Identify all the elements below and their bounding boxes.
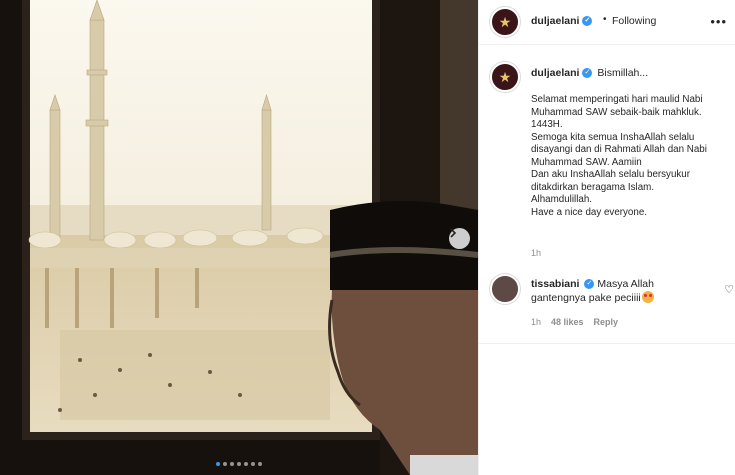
carousel-indicator	[216, 462, 262, 466]
verified-badge-icon: ✓	[584, 279, 595, 290]
post-image[interactable]	[0, 0, 478, 475]
verified-badge-icon: ✓	[582, 16, 593, 27]
commenter-username[interactable]: tissabiani	[531, 278, 579, 290]
author-avatar[interactable]: ★	[490, 7, 520, 37]
carousel-dot	[251, 462, 255, 466]
carousel-dot	[216, 462, 220, 466]
caption-avatar[interactable]: ★	[490, 62, 520, 92]
carousel-dot	[258, 462, 262, 466]
caption-header: duljaelani ✓ Bismillah...	[531, 67, 648, 79]
caption-timestamp[interactable]: 1h	[531, 248, 541, 258]
caption-body: Selamat memperingati hari maulid Nabi Mu…	[531, 94, 707, 218]
reply-button[interactable]: Reply	[594, 317, 619, 327]
comment-timestamp[interactable]: 1h	[531, 317, 541, 327]
commenter-avatar[interactable]	[490, 274, 520, 304]
comment-content: tissabiani ✓ Masya Allah gantengnya pake …	[531, 278, 711, 305]
divider	[479, 343, 735, 344]
carousel-dot	[244, 462, 248, 466]
more-options-icon[interactable]: •••	[710, 14, 727, 29]
heart-eyes-emoji-icon	[641, 291, 654, 303]
carousel-dot	[223, 462, 227, 466]
comment-likes[interactable]: 48 likes	[551, 317, 584, 327]
post-photo-illustration	[0, 0, 478, 475]
author-username[interactable]: duljaelani ✓	[531, 15, 593, 27]
carousel-dot	[230, 462, 234, 466]
caption-username[interactable]: duljaelani	[531, 67, 579, 79]
post-header: ★ duljaelani ✓ • Following •••	[479, 0, 735, 45]
caption-first-line: Bismillah...	[597, 67, 649, 79]
following-button[interactable]: Following	[612, 15, 656, 27]
header-separator: •	[603, 14, 607, 25]
chevron-right-icon	[450, 228, 457, 238]
carousel-dot	[237, 462, 241, 466]
author-username-text[interactable]: duljaelani	[531, 15, 579, 27]
verified-badge-icon: ✓	[582, 68, 593, 79]
post-side-panel: ★ duljaelani ✓ • Following ••• ★ duljaela…	[478, 0, 735, 475]
comment-meta: 1h 48 likes Reply	[531, 317, 618, 327]
like-comment-heart-icon[interactable]: ♡	[724, 283, 734, 296]
next-image-button[interactable]	[449, 228, 470, 249]
